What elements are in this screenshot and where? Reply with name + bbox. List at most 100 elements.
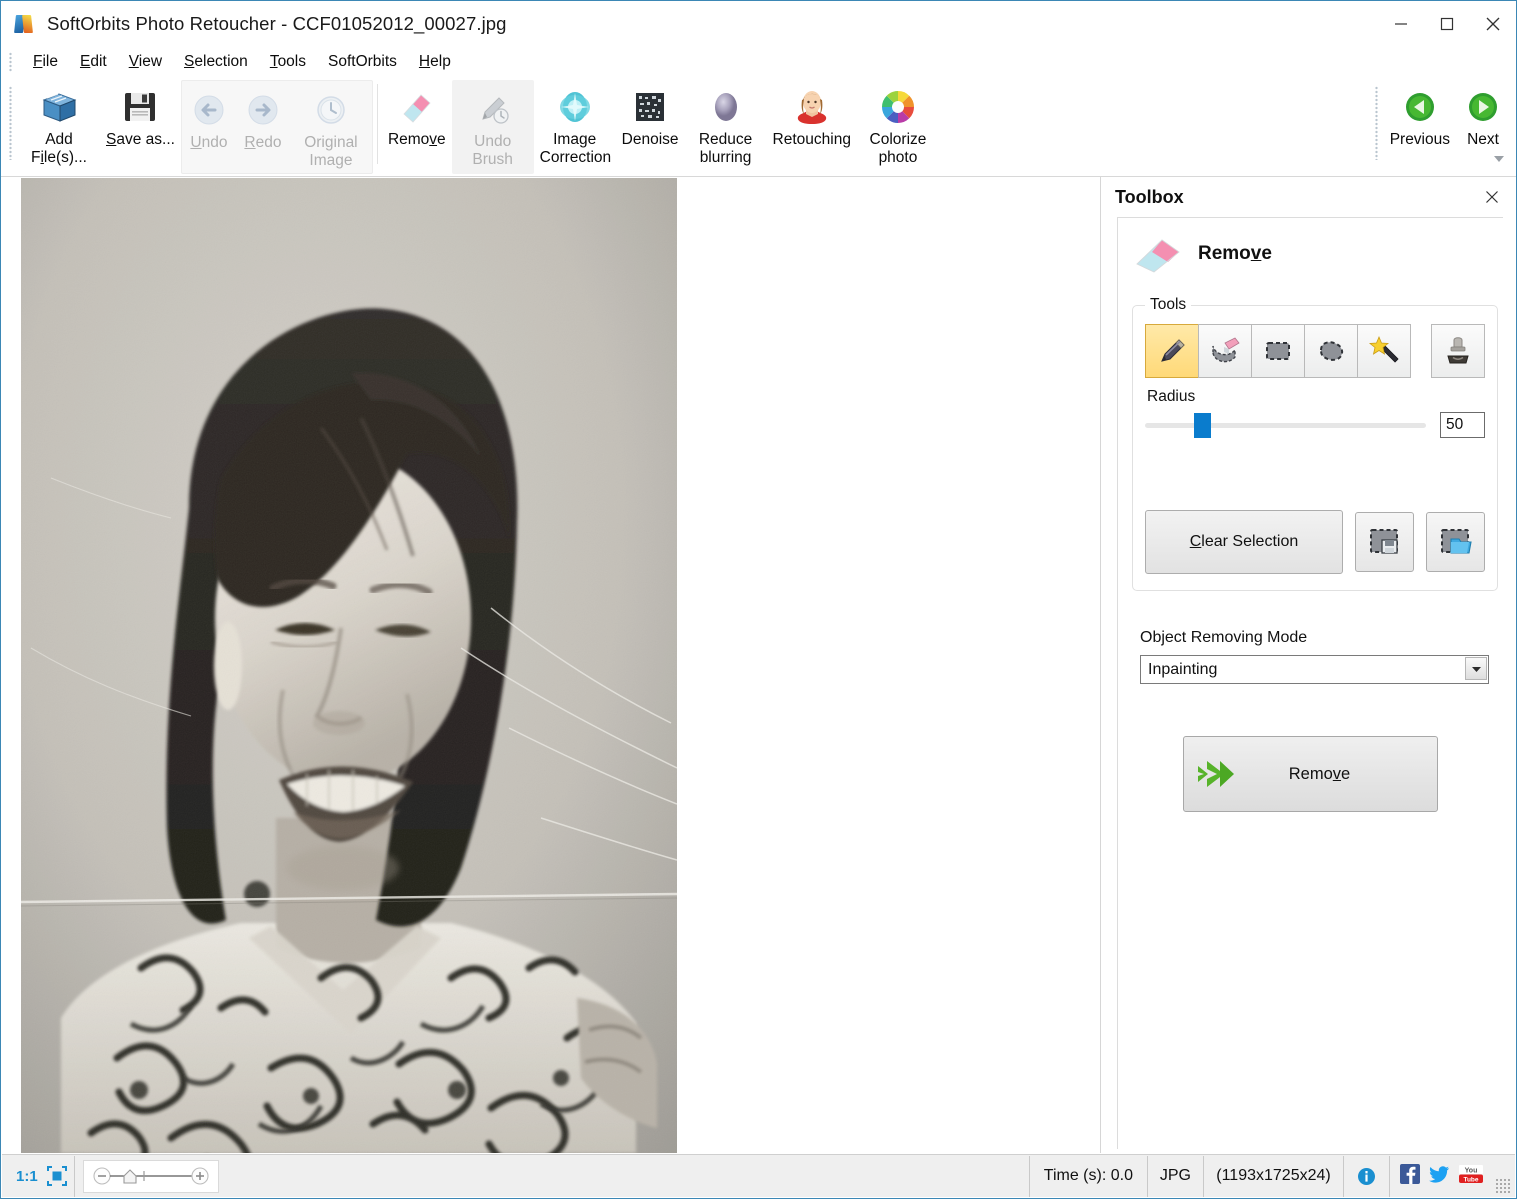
radius-label: Radius bbox=[1147, 388, 1485, 406]
toolbox-header: Toolbox bbox=[1101, 177, 1515, 217]
twitter-button[interactable] bbox=[1429, 1164, 1450, 1189]
eraser-icon bbox=[1134, 234, 1182, 274]
radius-slider-thumb[interactable] bbox=[1194, 413, 1211, 438]
tool-eraser-button[interactable] bbox=[1198, 324, 1252, 378]
window-controls bbox=[1378, 1, 1516, 46]
save-selection-button[interactable] bbox=[1355, 512, 1414, 572]
clear-selection-button[interactable]: Clear Selection bbox=[1145, 510, 1343, 574]
menu-file[interactable]: File bbox=[22, 51, 69, 73]
info-button[interactable] bbox=[1344, 1156, 1390, 1197]
toolbar-save-as-button[interactable]: Save as... bbox=[100, 78, 181, 170]
resize-grip[interactable] bbox=[1495, 1178, 1511, 1194]
menu-drag-grip[interactable] bbox=[9, 52, 12, 72]
radius-slider[interactable] bbox=[1145, 412, 1426, 438]
toolbar-undo-brush-label: Undo Brush bbox=[458, 133, 528, 169]
toolbar-remove-button[interactable]: Remove bbox=[382, 78, 452, 170]
photo-image[interactable] bbox=[21, 178, 677, 1153]
application-window: SoftOrbits Photo Retoucher - CCF01052012… bbox=[0, 0, 1517, 1199]
maximize-icon bbox=[1439, 16, 1455, 32]
eraser-select-icon bbox=[1208, 334, 1242, 368]
toolbox-panel-title: Toolbox bbox=[1115, 187, 1184, 208]
facebook-icon bbox=[1400, 1164, 1420, 1184]
toolbar-original-image-button[interactable]: Original Image bbox=[290, 81, 372, 173]
selection-buttons-row: Clear Selection bbox=[1145, 510, 1485, 574]
svg-text:Tube: Tube bbox=[1463, 1176, 1478, 1183]
radius-slider-track bbox=[1145, 423, 1426, 428]
photo-rendering bbox=[21, 178, 677, 1153]
object-removing-mode-select[interactable]: Inpainting bbox=[1140, 655, 1489, 684]
load-selection-icon bbox=[1439, 527, 1473, 557]
minimize-icon bbox=[1393, 16, 1409, 32]
fit-to-screen-icon bbox=[46, 1165, 68, 1187]
facebook-button[interactable] bbox=[1400, 1164, 1420, 1189]
toolbar-redo-button[interactable]: Redo bbox=[236, 81, 290, 173]
toolbar-overflow-icon[interactable] bbox=[1492, 152, 1506, 164]
retouching-portrait-icon bbox=[793, 84, 831, 130]
minimize-button[interactable] bbox=[1378, 1, 1424, 46]
nav-drag-grip[interactable] bbox=[1375, 86, 1378, 160]
clone-stamp-icon bbox=[1441, 334, 1475, 368]
chevron-down-icon[interactable] bbox=[1465, 657, 1487, 680]
zoom-slider-icon bbox=[92, 1165, 210, 1187]
youtube-icon: You Tube bbox=[1459, 1164, 1483, 1184]
toolbar-denoise-button[interactable]: Denoise bbox=[616, 78, 685, 170]
maximize-button[interactable] bbox=[1424, 1, 1470, 46]
tool-magic-wand-button[interactable] bbox=[1357, 324, 1411, 378]
menu-tools[interactable]: Tools bbox=[259, 51, 317, 73]
toolbar-next-label: Next bbox=[1467, 131, 1499, 149]
image-canvas-area[interactable] bbox=[2, 177, 1100, 1153]
info-icon bbox=[1357, 1167, 1376, 1186]
main-toolbar: Add File(s)... Save as... bbox=[1, 78, 1516, 177]
radius-value-input[interactable]: 50 bbox=[1440, 412, 1485, 438]
toolbar-undo-brush-group: Undo Brush bbox=[452, 80, 534, 174]
toolbar-image-correction-label: Image Correction bbox=[540, 131, 610, 167]
toolbar-add-files-label: Add File(s)... bbox=[24, 131, 94, 167]
tool-rectangle-select-button[interactable] bbox=[1251, 324, 1305, 378]
group-spacer bbox=[1145, 438, 1485, 506]
status-bar: 1:1 Time (s): 0.0 JPG (119 bbox=[2, 1154, 1515, 1197]
object-removing-mode-value: Inpainting bbox=[1141, 661, 1217, 679]
youtube-button[interactable]: You Tube bbox=[1459, 1164, 1483, 1189]
softorbits-logo-icon bbox=[15, 13, 37, 35]
tools-button-row bbox=[1145, 324, 1485, 378]
zoom-ratio-label[interactable]: 1:1 bbox=[8, 1168, 46, 1185]
toolbar-previous-button[interactable]: Previous bbox=[1384, 78, 1456, 170]
toolbar-image-correction-button[interactable]: Image Correction bbox=[534, 78, 616, 170]
title-bar: SoftOrbits Photo Retoucher - CCF01052012… bbox=[1, 1, 1516, 46]
tools-group: Tools bbox=[1132, 296, 1498, 591]
toolbar-undo-brush-button[interactable]: Undo Brush bbox=[452, 80, 534, 172]
zoom-slider-control[interactable] bbox=[83, 1160, 219, 1193]
menu-edit[interactable]: Edit bbox=[69, 51, 118, 73]
toolbox-close-button[interactable] bbox=[1479, 185, 1505, 209]
previous-arrow-icon bbox=[1403, 84, 1437, 130]
fit-to-screen-button[interactable] bbox=[46, 1165, 68, 1187]
magic-wand-icon bbox=[1367, 334, 1401, 368]
menu-selection[interactable]: Selection bbox=[173, 51, 259, 73]
toolbar-reduce-blurring-button[interactable]: Reduce blurring bbox=[685, 78, 767, 170]
toolbar-colorize-photo-button[interactable]: Colorize photo bbox=[857, 78, 939, 170]
save-as-icon bbox=[121, 84, 159, 130]
toolbar-history-group: Undo Redo O bbox=[181, 80, 373, 174]
load-selection-button[interactable] bbox=[1426, 512, 1485, 572]
undo-icon bbox=[191, 87, 227, 133]
menu-view[interactable]: View bbox=[118, 51, 173, 73]
color-wheel-icon bbox=[878, 84, 918, 130]
toolbox-section-header: Remove bbox=[1118, 218, 1503, 274]
close-button[interactable] bbox=[1470, 1, 1516, 46]
toolbar-undo-button[interactable]: Undo bbox=[182, 81, 236, 173]
toolbar-undo-label: Undo bbox=[190, 134, 227, 152]
menu-help[interactable]: Help bbox=[408, 51, 462, 73]
tool-lasso-select-button[interactable] bbox=[1304, 324, 1358, 378]
tool-pencil-button[interactable] bbox=[1145, 324, 1199, 378]
object-removing-mode-label: Object Removing Mode bbox=[1140, 629, 1503, 647]
toolbar-drag-grip[interactable] bbox=[9, 86, 12, 160]
toolbar-colorize-photo-label: Colorize photo bbox=[863, 131, 933, 167]
lasso-select-icon bbox=[1314, 334, 1348, 368]
clock-history-icon bbox=[313, 87, 349, 133]
tool-clone-stamp-button[interactable] bbox=[1431, 324, 1485, 378]
remove-action-button[interactable]: Remove bbox=[1183, 736, 1438, 812]
toolbar-add-files-button[interactable]: Add File(s)... bbox=[18, 78, 100, 170]
toolbar-retouching-button[interactable]: Retouching bbox=[767, 78, 857, 170]
close-icon bbox=[1484, 15, 1502, 33]
menu-softorbits[interactable]: SoftOrbits bbox=[317, 51, 408, 73]
